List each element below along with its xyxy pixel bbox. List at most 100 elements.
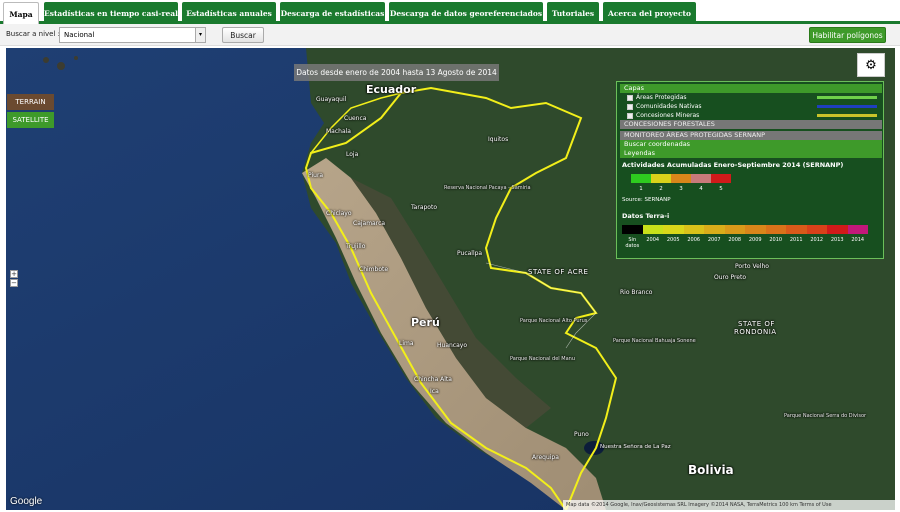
layer-checkbox[interactable]: [627, 112, 633, 119]
map-label-loja: Loja: [346, 151, 359, 158]
enable-polygons-button[interactable]: Habilitar polígonos: [809, 27, 886, 43]
level-select-value: Nacional: [64, 31, 95, 39]
map-label-alto-purus: Parque Nacional Alto Purus: [520, 318, 588, 324]
terra-title: Datos Terra-i: [622, 212, 670, 220]
search-bar: Buscar a nivel : Nacional ▾ Buscar Habil…: [0, 24, 900, 46]
layers-panel: Capas Áreas Protegidas Comunidades Nativ…: [616, 81, 884, 259]
level-select[interactable]: Nacional ▾: [59, 27, 206, 43]
capas-header[interactable]: Capas: [620, 84, 882, 93]
map-label-rondonia-1: STATE OF: [738, 320, 775, 328]
map-label-la-paz: Nuestra Señora de La Paz: [600, 444, 671, 450]
layer-label: Áreas Protegidas: [636, 94, 687, 101]
date-range-banner: Datos desde enero de 2004 hasta 13 Agost…: [294, 64, 499, 81]
terra-label: 2004: [646, 237, 660, 243]
map-label-chimbote: Chimbote: [359, 266, 389, 273]
legend-label-3: 3: [679, 186, 683, 192]
map-label-cuenca: Cuenca: [344, 115, 367, 122]
map-label-ecuador: Ecuador: [366, 83, 417, 96]
map-label-huancayo: Huancayo: [437, 342, 467, 349]
map-label-ouro-preto: Ouro Preto: [714, 274, 747, 281]
layer-concesiones-mineras[interactable]: Concesiones Mineras: [627, 112, 699, 119]
chevron-down-icon[interactable]: ▾: [195, 28, 205, 42]
map-canvas[interactable]: Datos desde enero de 2004 hasta 13 Agost…: [6, 48, 895, 510]
google-logo: Google: [10, 496, 43, 507]
tab-descarga-datos[interactable]: Descarga de datos georeferenciados: [389, 2, 543, 24]
tab-descarga-estadisticas[interactable]: Descarga de estadísticas: [280, 2, 385, 24]
acumuladas-legend: [631, 174, 731, 183]
monitoreo-header[interactable]: MONITOREO ÁREAS PROTEGIDAS SERNANP: [620, 131, 882, 140]
zoom-in-button[interactable]: +: [10, 270, 18, 278]
map-label-acre: STATE OF ACRE: [528, 268, 589, 276]
terra-legend: [622, 225, 868, 234]
terra-swatch: [827, 225, 848, 234]
map-label-rio-branco: Rio Branco: [620, 289, 653, 296]
layer-comunidades-nativas[interactable]: Comunidades Nativas: [627, 103, 702, 110]
terra-swatch: [642, 225, 663, 234]
map-label-pacaya: Reserva Nacional Pacaya - Samiria: [444, 185, 531, 191]
zoom-out-button[interactable]: −: [10, 279, 18, 287]
map-label-tarapoto: Tarapoto: [411, 204, 437, 211]
terra-label: 2009: [748, 237, 762, 243]
search-level-label: Buscar a nivel :: [6, 30, 61, 38]
acumuladas-title: Actividades Acumuladas Enero-Septiembre …: [622, 161, 844, 169]
nav-tabbar: Mapa Estadísticas en tiempo casi-real Es…: [0, 0, 900, 25]
terra-swatch: [786, 225, 807, 234]
terra-swatch: [683, 225, 704, 234]
layer-color-yellow: [817, 114, 877, 117]
terra-swatch: [745, 225, 766, 234]
terra-label: 2012: [810, 237, 824, 243]
terra-label: 2005: [666, 237, 680, 243]
layer-areas-protegidas[interactable]: Áreas Protegidas: [627, 94, 687, 101]
buscar-coordenadas-header[interactable]: Buscar coordenadas: [620, 140, 882, 149]
terra-label: 2011: [789, 237, 803, 243]
terra-swatch: [663, 225, 684, 234]
map-label-arequipa: Arequipa: [532, 454, 559, 461]
terra-label: 2010: [769, 237, 783, 243]
terra-swatch: [806, 225, 827, 234]
map-label-cajamarca: Cajamarca: [353, 220, 386, 227]
map-label-ica: Ica: [430, 388, 439, 395]
terra-swatch: [704, 225, 725, 234]
legend-label-5: 5: [719, 186, 723, 192]
concesiones-forestales-header[interactable]: CONCESIONES FORESTALES: [620, 120, 882, 129]
map-label-porto-velho: Porto Velho: [735, 263, 769, 270]
map-label-machala: Machala: [326, 128, 351, 135]
tab-estadisticas-tiempo-real[interactable]: Estadísticas en tiempo casi-real: [44, 2, 178, 24]
terra-swatch: [724, 225, 745, 234]
map-label-bahuaja: Parque Nacional Bahuaja Sonene: [613, 338, 696, 344]
map-label-lima: Lima: [399, 340, 414, 347]
map-label-peru: Perú: [411, 316, 440, 329]
map-label-puno: Puno: [574, 431, 589, 438]
terra-label: 2013: [830, 237, 844, 243]
legend-label-2: 2: [659, 186, 663, 192]
map-label-iquitos: Iquitos: [488, 136, 509, 143]
tab-mapa[interactable]: Mapa: [3, 2, 39, 25]
satellite-button[interactable]: SATELLITE: [7, 112, 54, 128]
map-label-chiclayo: Chiclayo: [326, 210, 352, 217]
search-button[interactable]: Buscar: [222, 27, 264, 43]
map-label-bolivia: Bolivia: [688, 463, 734, 477]
gear-icon[interactable]: ⚙: [857, 53, 885, 77]
terra-swatch: [765, 225, 786, 234]
terra-label: 2006: [687, 237, 701, 243]
layer-label: Comunidades Nativas: [636, 103, 702, 110]
layer-checkbox[interactable]: [627, 94, 633, 101]
map-label-manu: Parque Nacional del Manu: [510, 356, 575, 362]
legend-swatch-5: [711, 174, 731, 183]
map-label-pucallpa: Pucallpa: [457, 250, 483, 257]
layer-color-green: [817, 96, 877, 99]
layer-label: Concesiones Mineras: [636, 112, 700, 119]
terra-label: 2008: [728, 237, 742, 243]
map-label-piura: Piura: [308, 172, 324, 179]
tab-acerca[interactable]: Acerca del proyecto: [603, 2, 696, 24]
legend-swatch-4: [691, 174, 711, 183]
legend-swatch-3: [671, 174, 691, 183]
terrain-button[interactable]: TERRAIN: [7, 94, 54, 110]
map-label-rondonia-2: RONDONIA: [734, 328, 777, 336]
leyendas-header[interactable]: Leyendas: [620, 149, 882, 158]
tab-tutoriales[interactable]: Tutoriales: [547, 2, 599, 24]
map-attribution[interactable]: Map data ©2014 Google, Inav/Geosistemas …: [563, 500, 895, 510]
layer-checkbox[interactable]: [627, 103, 633, 110]
tab-estadisticas-anuales[interactable]: Estadísticas anuales: [182, 2, 276, 24]
terra-label: 2007: [707, 237, 721, 243]
